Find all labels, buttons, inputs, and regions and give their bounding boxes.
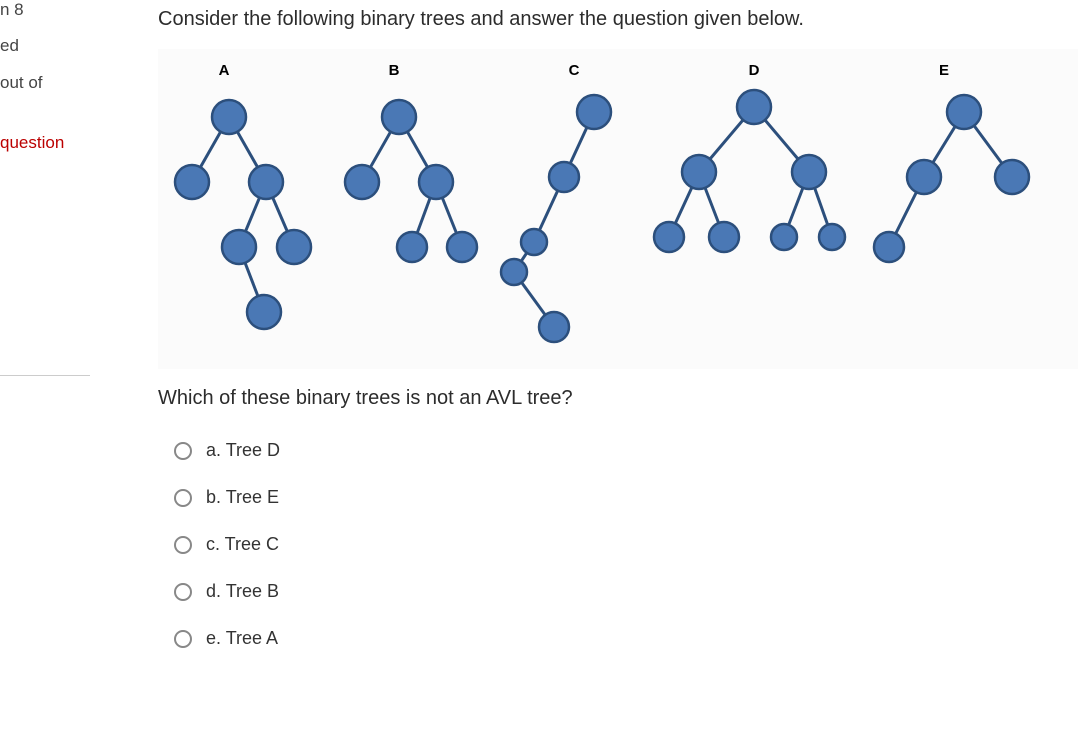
choice-b-label: b. Tree E bbox=[206, 487, 279, 508]
question-body: Consider the following binary trees and … bbox=[98, 0, 1078, 753]
choice-e-label: e. Tree A bbox=[206, 628, 278, 649]
tree-d bbox=[654, 90, 845, 252]
choice-c[interactable]: c. Tree C bbox=[174, 534, 1078, 555]
sidebar: n 8 ed out of question bbox=[0, 0, 98, 753]
tree-b bbox=[345, 100, 477, 262]
tree-label-b: B bbox=[389, 62, 400, 79]
radio-e[interactable] bbox=[174, 630, 192, 648]
tree-label-c: C bbox=[569, 62, 580, 79]
tree-label-d: D bbox=[749, 62, 760, 79]
choice-b[interactable]: b. Tree E bbox=[174, 487, 1078, 508]
choice-d[interactable]: d. Tree B bbox=[174, 581, 1078, 602]
tree-e bbox=[874, 95, 1029, 262]
radio-c[interactable] bbox=[174, 536, 192, 554]
trees-svg: A B C D E bbox=[164, 57, 1078, 357]
radio-a[interactable] bbox=[174, 442, 192, 460]
tree-label-a: A bbox=[219, 62, 230, 79]
tree-c bbox=[501, 95, 611, 342]
divider bbox=[0, 374, 90, 376]
question-number: n 8 bbox=[0, 0, 90, 20]
tree-label-e: E bbox=[939, 62, 949, 79]
choice-e[interactable]: e. Tree A bbox=[174, 628, 1078, 649]
choice-a[interactable]: a. Tree D bbox=[174, 440, 1078, 461]
answer-choices: a. Tree D b. Tree E c. Tree C d. Tree B … bbox=[174, 440, 1078, 649]
question-prompt: Consider the following binary trees and … bbox=[158, 8, 1078, 31]
side-text-1: ed bbox=[0, 36, 90, 56]
radio-d[interactable] bbox=[174, 583, 192, 601]
radio-b[interactable] bbox=[174, 489, 192, 507]
choice-a-label: a. Tree D bbox=[206, 440, 280, 461]
tree-a bbox=[175, 100, 311, 329]
choice-c-label: c. Tree C bbox=[206, 534, 279, 555]
side-text-2: out of bbox=[0, 73, 90, 93]
question-text: Which of these binary trees is not an AV… bbox=[158, 387, 1078, 410]
flag-question-link[interactable]: question bbox=[0, 133, 90, 153]
trees-figure: A B C D E bbox=[158, 49, 1078, 369]
choice-d-label: d. Tree B bbox=[206, 581, 279, 602]
